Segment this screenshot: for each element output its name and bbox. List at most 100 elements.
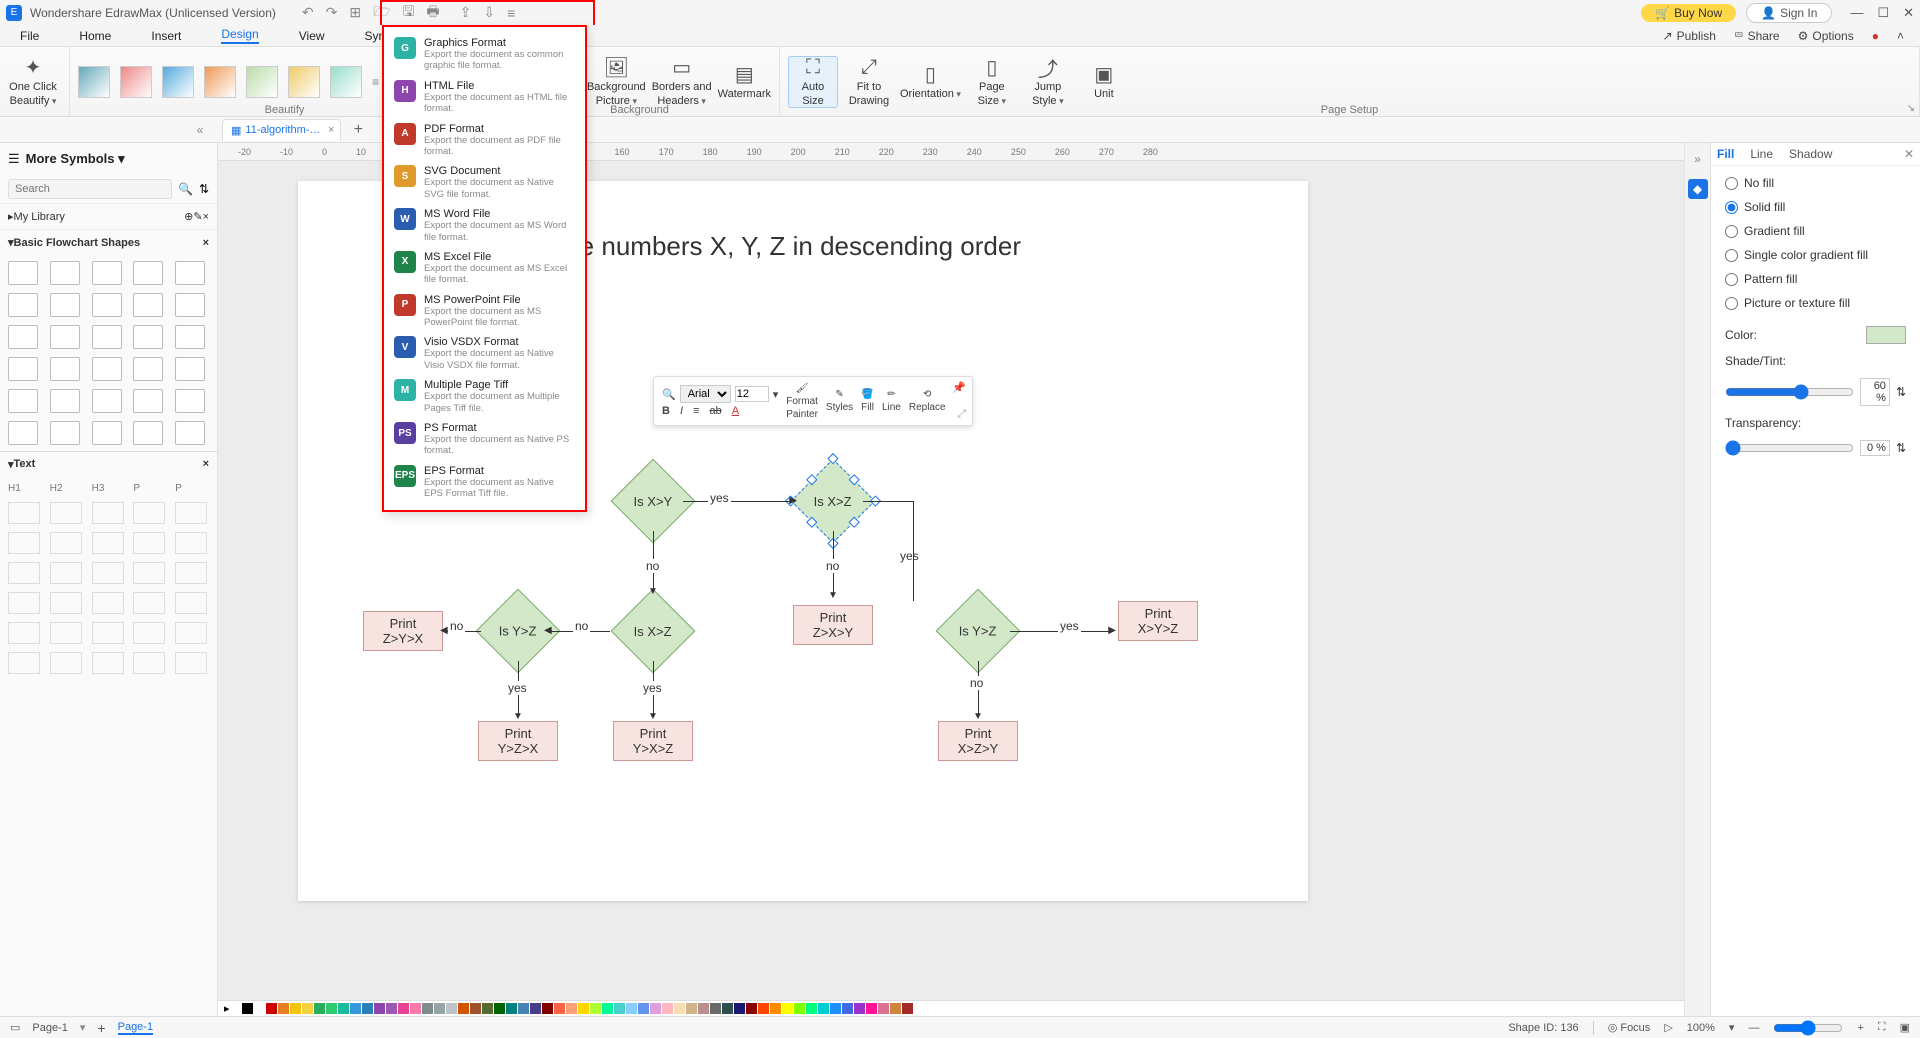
zoom-in-button[interactable]: + [1857,1022,1863,1034]
unit-button[interactable]: ▣Unit [1079,64,1129,100]
export-item[interactable]: G Graphics FormatExport the document as … [384,33,585,76]
color-swatch[interactable] [506,1003,517,1014]
theme-more-icon[interactable]: ≡ [372,75,379,89]
color-swatch[interactable] [818,1003,829,1014]
shape-stencil[interactable] [175,261,205,285]
pagesetup-launcher-icon[interactable]: ↘ [1907,103,1915,114]
maximize-icon[interactable]: ☐ [1877,5,1889,21]
page-tab[interactable]: Page-1 [118,1021,153,1035]
color-swatch[interactable] [626,1003,637,1014]
fill-panel-icon[interactable]: ◆ [1688,179,1708,199]
shape-stencil[interactable] [8,325,38,349]
export-item[interactable]: X MS Excel FileExport the document as MS… [384,247,585,290]
search-icon[interactable]: 🔍 [178,182,193,196]
font-search-icon[interactable]: 🔍 [662,388,676,401]
fill-single-gradient[interactable]: Single color gradient fill [1725,248,1906,262]
line-button[interactable]: ✏Line [882,389,901,413]
text-template[interactable] [92,622,124,644]
color-swatch[interactable] [710,1003,721,1014]
text-style[interactable]: H2 [50,483,84,494]
lib-edit-icon[interactable]: ✎ [193,210,202,223]
color-swatch[interactable] [578,1003,589,1014]
menu-file[interactable]: File [20,29,39,43]
export-item[interactable]: H HTML FileExport the document as HTML f… [384,76,585,119]
shape-stencil[interactable] [8,357,38,381]
color-swatch[interactable] [542,1003,553,1014]
shade-spinner-icon[interactable]: ⇅ [1896,385,1906,399]
auto-size-button[interactable]: ⛶AutoSize [788,56,838,108]
export-item[interactable]: W MS Word FileExport the document as MS … [384,204,585,247]
color-swatch[interactable] [494,1003,505,1014]
shape-stencil[interactable] [50,261,80,285]
redo-icon[interactable]: ↷ [326,4,338,21]
one-click-beautify-button[interactable]: ✦ One Click Beautify [8,57,58,107]
borders-headers-button[interactable]: ▭Borders andHeaders [652,57,712,107]
shape-stencil[interactable] [8,389,38,413]
color-swatch[interactable] [434,1003,445,1014]
text-template[interactable] [8,622,40,644]
fullscreen-icon[interactable]: ⛶ [1878,1021,1886,1034]
color-swatch[interactable] [422,1003,433,1014]
print-yzx[interactable]: Print Y>Z>X [478,721,558,761]
color-chip[interactable] [1866,326,1906,344]
export-item[interactable]: M Multiple Page TiffExport the document … [384,375,585,418]
shape-stencil[interactable] [133,261,163,285]
bg-picture-button[interactable]: 🖼BackgroundPicture [587,57,646,107]
theme-1[interactable] [78,66,110,98]
zoom-out-button[interactable]: — [1748,1022,1759,1034]
color-swatch[interactable] [758,1003,769,1014]
color-swatch[interactable] [698,1003,709,1014]
watermark-button[interactable]: ▤Watermark [718,64,771,100]
publish-button[interactable]: ↗ Publish [1663,28,1716,43]
color-swatch[interactable] [794,1003,805,1014]
color-swatch[interactable] [866,1003,877,1014]
text-template[interactable] [133,562,165,584]
shape-stencil[interactable] [50,357,80,381]
font-color-button[interactable]: A [732,405,739,417]
text-style[interactable]: P [175,483,209,494]
sign-in-button[interactable]: 👤 Sign In [1746,3,1832,23]
shape-stencil[interactable] [175,389,205,413]
shape-stencil[interactable] [92,357,122,381]
shape-stencil[interactable] [175,293,205,317]
text-template[interactable] [92,532,124,554]
print-icon[interactable]: 🖶 [426,1,439,25]
text-style[interactable]: H3 [92,483,126,494]
text-template[interactable] [133,652,165,674]
color-swatch[interactable] [302,1003,313,1014]
color-swatch[interactable] [674,1003,685,1014]
current-page-label[interactable]: Page-1 [32,1022,67,1034]
tab-fill[interactable]: Fill [1717,147,1734,161]
search-input[interactable] [8,179,172,199]
jump-style-button[interactable]: ⤴JumpStyle [1023,57,1073,107]
color-swatch[interactable] [746,1003,757,1014]
text-section-close-icon[interactable]: × [203,458,209,471]
color-swatch[interactable] [266,1003,277,1014]
help-icon[interactable]: ● [1872,28,1879,43]
text-template[interactable] [175,652,207,674]
replace-button[interactable]: ⟲Replace [909,389,946,413]
play-icon[interactable]: ▷ [1664,1021,1672,1034]
theme-5[interactable] [246,66,278,98]
color-swatch[interactable] [770,1003,781,1014]
trans-spinner-icon[interactable]: ⇅ [1896,441,1906,455]
text-template[interactable] [8,652,40,674]
shape-stencil[interactable] [50,293,80,317]
zoom-dropdown-icon[interactable]: ▾ [1729,1021,1735,1034]
export-item[interactable]: PS PS FormatExport the document as Nativ… [384,418,585,461]
font-select[interactable]: Arial [680,385,731,403]
mini-expand-icon[interactable]: ⤢ [957,408,966,421]
color-swatch[interactable] [254,1003,265,1014]
shape-stencil[interactable] [8,421,38,445]
styles-button[interactable]: ✎Styles [826,389,853,413]
shape-stencil[interactable] [175,325,205,349]
print-zxy[interactable]: Print Z>X>Y [793,605,873,645]
fill-nofill[interactable]: No fill [1725,176,1906,190]
buy-now-button[interactable]: 🛒 Buy Now [1641,4,1736,22]
hamburger-icon[interactable]: ☰ [8,151,20,167]
shape-stencil[interactable] [8,293,38,317]
text-template[interactable] [133,592,165,614]
qat-more-icon[interactable]: ≡ [507,5,515,21]
print-yxz[interactable]: Print Y>X>Z [613,721,693,761]
color-swatch[interactable] [338,1003,349,1014]
